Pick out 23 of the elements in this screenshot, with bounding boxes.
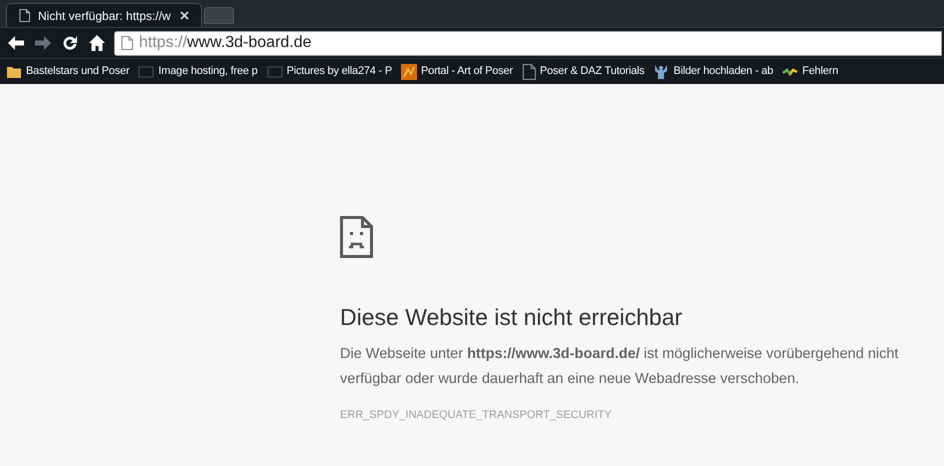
bookmark-link[interactable]: Image hosting, free p <box>158 63 258 80</box>
figure-icon <box>653 64 670 80</box>
error-message: Die Webseite unter https://www.3d-board.de/ ist möglicherweise vorübergehend nicht verfügbar oder wurde dauerhaft an eine neue Webadresse verschoben. <box>340 345 900 389</box>
error-code: ERR_SPDY_INADEQUATE_TRANSPORT_SECURITY <box>340 408 613 423</box>
tab-title: Nicht verfügbar: https://w <box>38 8 172 24</box>
bookmark-link[interactable]: Fehlern <box>802 63 838 80</box>
error-heading: Diese Website ist nicht erreichbar <box>340 303 684 332</box>
page-icon <box>522 64 536 80</box>
page-icon <box>121 36 133 50</box>
photo-icon <box>266 64 283 80</box>
bookmark-link[interactable]: Portal - Art of Poser <box>421 63 513 80</box>
url-text: https://www.3d-board.de <box>139 33 312 53</box>
bookmark-link[interactable]: Poser & DAZ Tutorials <box>540 63 644 80</box>
browser-tab[interactable]: Nicht verfügbar: https://w <box>6 3 202 27</box>
page-icon <box>19 9 30 22</box>
photo-icon <box>138 64 154 80</box>
bookmark-link[interactable]: Pictures by ella274 - P <box>286 63 392 80</box>
address-field[interactable]: https://www.3d-board.de <box>114 30 942 56</box>
bookmark-link[interactable]: Bilder hochladen - ab <box>673 63 774 80</box>
bookmark-link[interactable]: Bastelstars und Poser <box>26 63 130 80</box>
home-icon[interactable] <box>87 33 107 53</box>
sad-page-icon <box>340 216 373 258</box>
close-icon[interactable] <box>180 11 189 20</box>
